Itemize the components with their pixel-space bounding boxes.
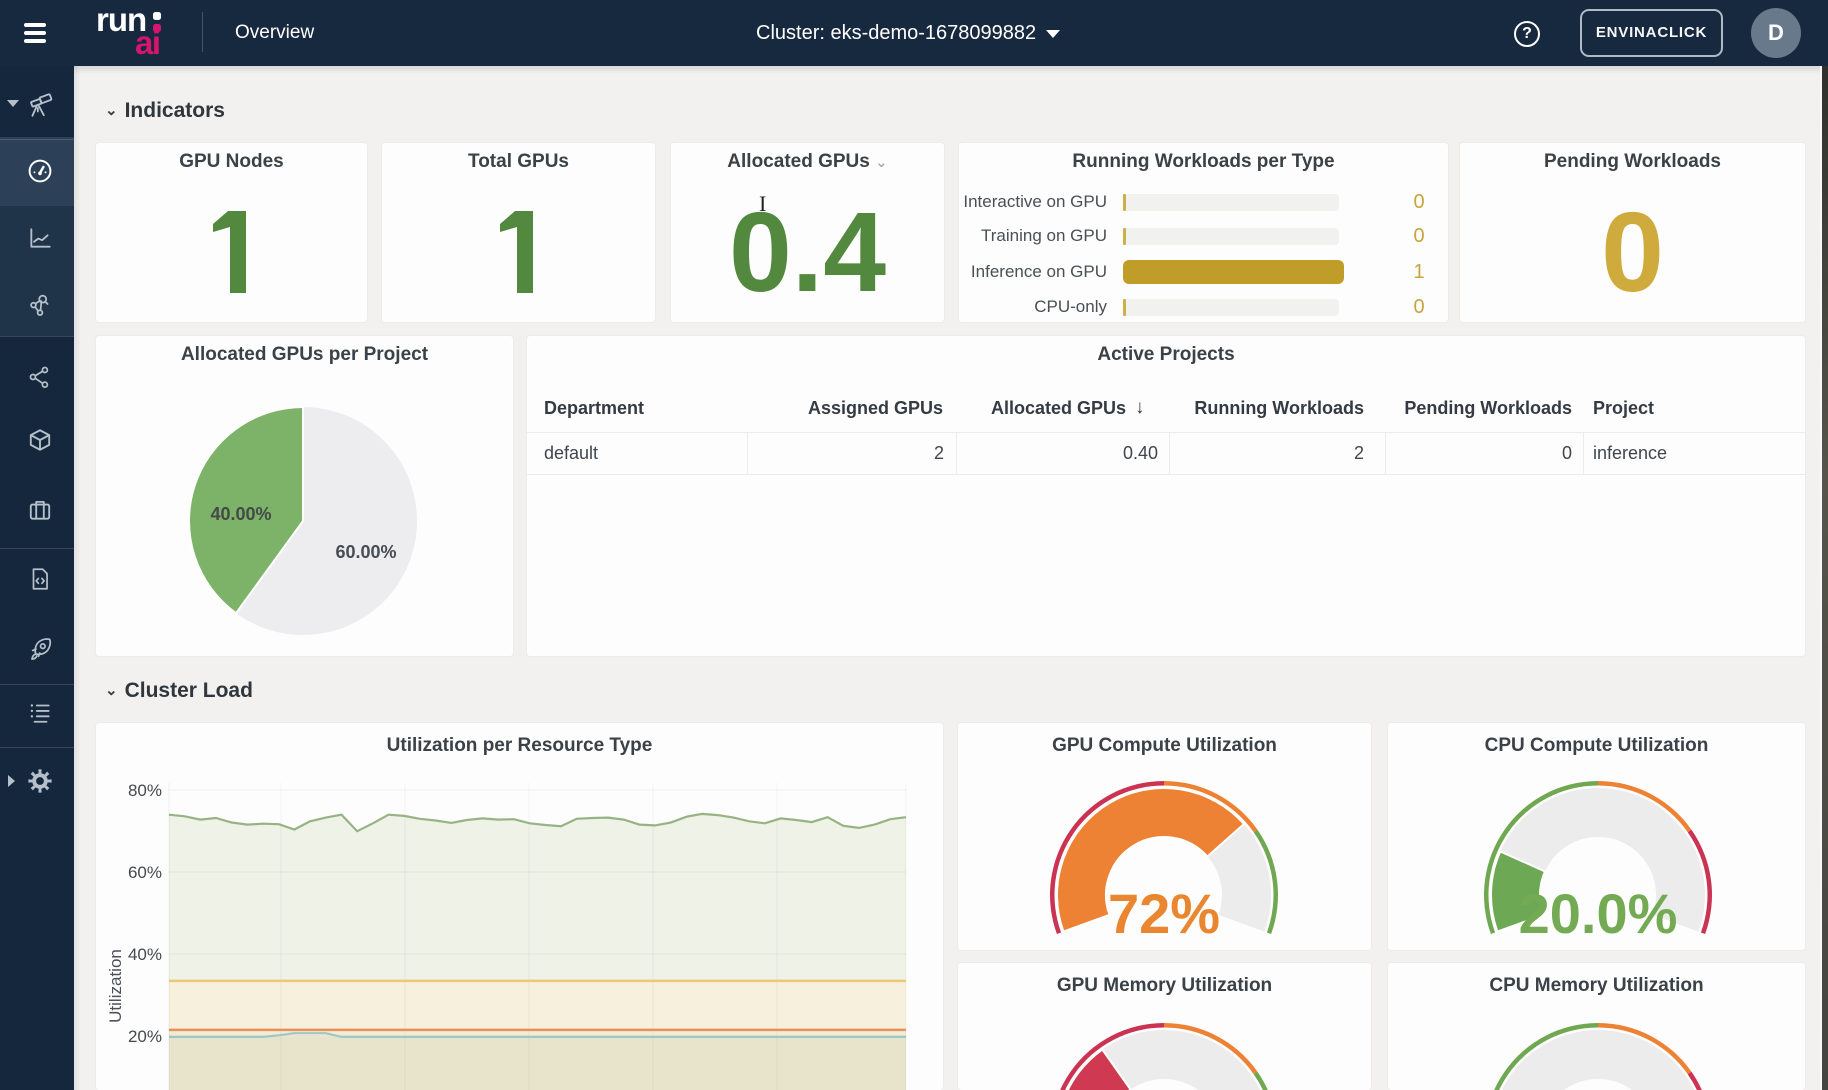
svg-text:72%: 72% [1108, 882, 1220, 945]
svg-text:20%: 20% [128, 1027, 162, 1046]
svg-text:60.00%: 60.00% [335, 542, 396, 562]
svg-text:40%: 40% [128, 945, 162, 964]
svg-text:80%: 80% [128, 781, 162, 800]
svg-text:60%: 60% [128, 863, 162, 882]
svg-text:20.0%: 20.0% [1519, 882, 1678, 945]
svg-text:40.00%: 40.00% [210, 504, 271, 524]
svg-text:Utilization: Utilization [106, 949, 125, 1023]
